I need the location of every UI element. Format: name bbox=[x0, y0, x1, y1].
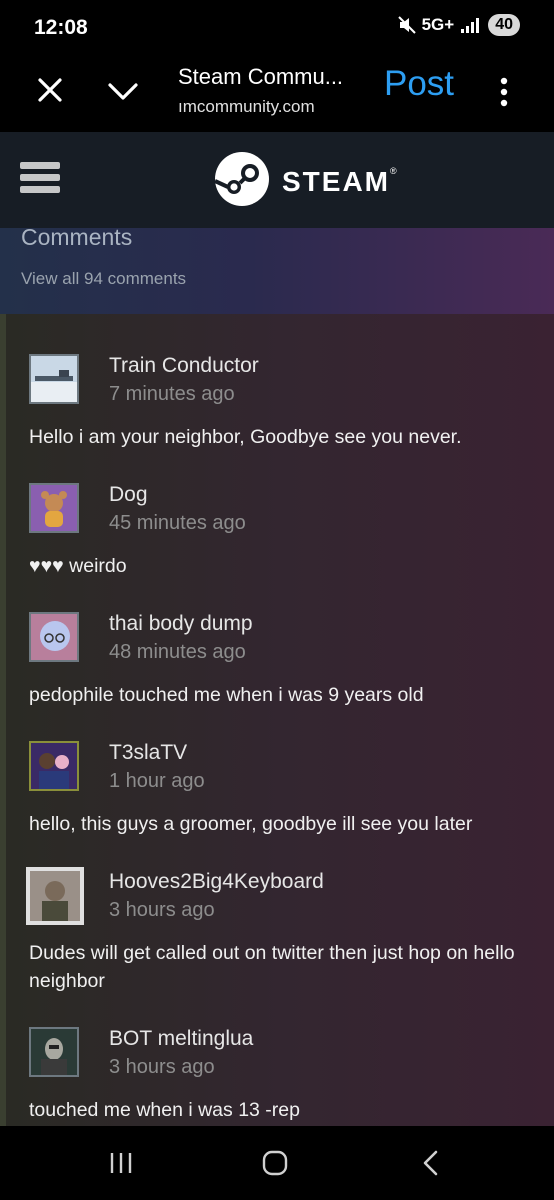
comment-text: touched me when i was 13 -rep bbox=[29, 1099, 300, 1121]
comment-author[interactable]: T3slaTV bbox=[109, 741, 187, 765]
steam-header: STEAM® bbox=[0, 132, 554, 228]
avatar[interactable] bbox=[29, 741, 79, 791]
home-icon[interactable] bbox=[262, 1150, 288, 1176]
comment-timestamp: 3 hours ago bbox=[109, 1056, 215, 1078]
avatar[interactable] bbox=[26, 867, 84, 925]
signal-icon bbox=[461, 18, 480, 33]
steam-brand[interactable]: STEAM® bbox=[282, 166, 397, 198]
comment-timestamp: 1 hour ago bbox=[109, 770, 205, 792]
comments-heading: Comments bbox=[21, 228, 133, 250]
recent-apps-icon[interactable] bbox=[108, 1151, 134, 1175]
comment-text: hello, this guys a groomer, goodbye ill … bbox=[29, 813, 473, 835]
status-bar: 12:08 5G+ 40 bbox=[0, 0, 554, 52]
chevron-down-icon[interactable] bbox=[106, 76, 140, 106]
avatar[interactable] bbox=[29, 1027, 79, 1077]
comment-author[interactable]: Dog bbox=[109, 483, 148, 507]
comment-text: pedophile touched me when i was 9 years … bbox=[29, 684, 424, 706]
page-url: ımcommunity.com bbox=[178, 97, 315, 116]
comment-timestamp: 7 minutes ago bbox=[109, 383, 235, 405]
comment-text: ♥♥♥ weirdo bbox=[29, 555, 127, 577]
comment-timestamp: 48 minutes ago bbox=[109, 641, 246, 663]
trademark-mark: ® bbox=[390, 166, 397, 176]
more-options-icon[interactable] bbox=[494, 74, 514, 110]
post-button[interactable]: Post bbox=[384, 64, 454, 104]
status-time: 12:08 bbox=[34, 16, 88, 39]
comments-section: Comments View all 94 comments Train Cond… bbox=[0, 228, 554, 1126]
comment-timestamp: 45 minutes ago bbox=[109, 512, 246, 534]
steam-logo-icon[interactable] bbox=[214, 151, 270, 207]
comment-text: Dudes will get called out on twitter the… bbox=[29, 942, 515, 992]
steam-brand-text: STEAM bbox=[282, 166, 390, 197]
avatar[interactable] bbox=[29, 354, 79, 404]
status-indicators: 5G+ 40 bbox=[397, 14, 520, 36]
avatar[interactable] bbox=[29, 612, 79, 662]
back-icon[interactable] bbox=[421, 1149, 441, 1177]
battery-indicator: 40 bbox=[488, 14, 520, 36]
menu-icon[interactable] bbox=[20, 162, 60, 198]
network-label: 5G+ bbox=[421, 15, 455, 34]
comment-author[interactable]: BOT meltinglua bbox=[109, 1027, 253, 1051]
avatar[interactable] bbox=[29, 483, 79, 533]
page-title: Steam Commu... bbox=[178, 64, 344, 89]
comment-text: Hello i am your neighbor, Goodbye see yo… bbox=[29, 426, 462, 448]
comment-author[interactable]: Train Conductor bbox=[109, 354, 259, 378]
comment-author[interactable]: thai body dump bbox=[109, 612, 253, 636]
view-all-comments-link[interactable]: View all 94 comments bbox=[21, 269, 186, 289]
comment-author[interactable]: Hooves2Big4Keyboard bbox=[109, 870, 324, 894]
comment-timestamp: 3 hours ago bbox=[109, 899, 215, 921]
mute-icon bbox=[397, 16, 416, 34]
close-icon[interactable] bbox=[34, 74, 66, 106]
system-nav-bar bbox=[0, 1126, 554, 1200]
comment-thread: Train Conductor 7 minutes ago Hello i am… bbox=[0, 314, 554, 1126]
browser-toolbar: Steam Commu... ımcommunity.com Post bbox=[0, 52, 554, 132]
comments-header: Comments View all 94 comments bbox=[0, 228, 554, 315]
